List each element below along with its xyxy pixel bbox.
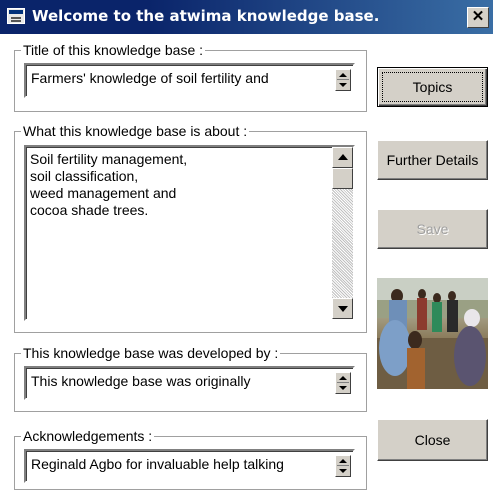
about-line: Soil fertility management, [30,151,188,167]
spin-up-icon [339,376,347,380]
scroll-up-arrow-icon[interactable] [332,147,353,168]
title-field[interactable]: Farmers' knowledge of soil fertility and [24,63,355,98]
save-button[interactable]: Save [377,209,488,249]
close-window-button[interactable]: ✕ [467,7,489,28]
acknowledgements-value: Reginald Agbo for invaluable help talkin… [31,456,284,472]
scroll-thumb[interactable] [332,168,353,189]
developed-by-field[interactable]: This knowledge base was originally [24,366,355,400]
about-line: soil classification, [30,168,139,184]
farmers-photo [377,278,488,389]
about-line: cocoa shade trees. [30,202,149,218]
title-field-value: Farmers' knowledge of soil fertility and [31,70,269,86]
developed-by-value: This knowledge base was originally [31,373,251,389]
spin-down-icon [339,386,347,390]
acknowledgements-spin-button[interactable] [335,455,351,477]
window-title: Welcome to the atwima knowledge base. [32,7,380,25]
close-icon: ✕ [471,8,485,25]
title-spin-button[interactable] [335,69,351,91]
about-line: weed management and [30,185,177,201]
further-details-button-label: Further Details [386,152,479,168]
further-details-button[interactable]: Further Details [377,140,488,180]
developed-by-group-label: This knowledge base was developed by : [21,345,281,361]
close-button-label: Close [414,432,451,448]
title-bar[interactable]: Welcome to the atwima knowledge base. ✕ [0,0,493,34]
knowledge-base-dialog: Welcome to the atwima knowledge base. ✕ … [0,0,493,493]
close-button[interactable]: Close [377,419,488,461]
save-button-label: Save [416,221,449,237]
title-group-label: Title of this knowledge base : [21,42,206,58]
acknowledgements-group-label: Acknowledgements : [21,428,155,444]
spin-up-icon [339,73,347,77]
scroll-down-arrow-icon[interactable] [332,298,353,319]
spin-down-icon [339,83,347,87]
spin-up-icon [339,459,347,463]
about-scrollbar[interactable] [332,147,353,319]
topics-button[interactable]: Topics [377,67,488,107]
acknowledgements-field[interactable]: Reginald Agbo for invaluable help talkin… [24,449,355,483]
app-window-icon[interactable] [7,8,25,24]
about-memo[interactable]: Soil fertility management, soil classifi… [24,145,355,321]
developed-by-spin-button[interactable] [335,372,351,394]
spin-down-icon [339,469,347,473]
about-group-label: What this knowledge base is about : [21,123,250,139]
